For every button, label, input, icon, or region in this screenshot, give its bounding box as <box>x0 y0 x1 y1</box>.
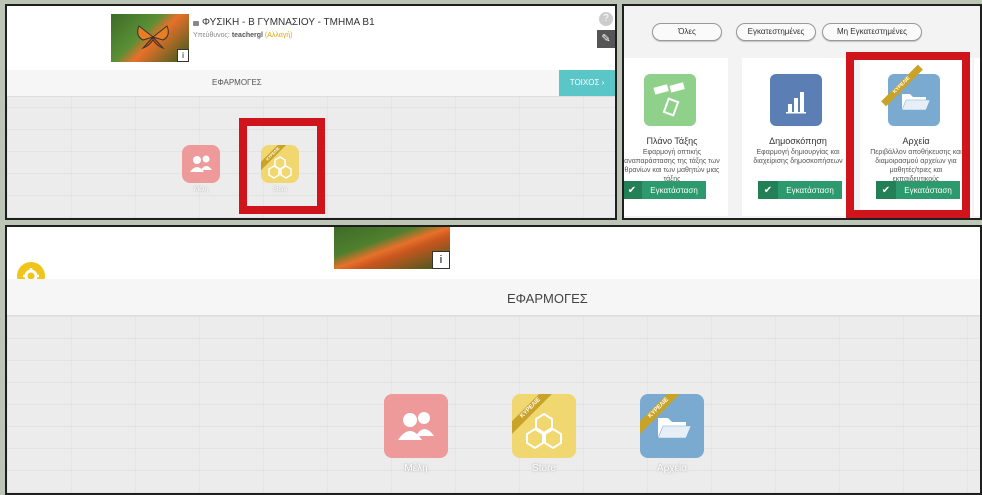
users-icon <box>398 412 434 440</box>
filter-all-button[interactable]: Όλες <box>652 23 722 41</box>
filter-not-installed-button[interactable]: Μη Εγκατεστημένες <box>822 23 922 41</box>
check-icon: ✔ <box>758 181 778 199</box>
members-app-label: Μέλη <box>193 187 208 193</box>
app-card-poll-description: Εφαρμογή δημιουργίας και διαχείρισης δημ… <box>753 149 843 165</box>
bar-chart-icon <box>770 74 822 126</box>
wall-button[interactable]: ΤΟΙΧΟΣ › <box>559 70 615 96</box>
app-card-poll-install-button[interactable]: ✔ Εγκατάσταση <box>758 181 842 199</box>
apps-wall: Μέλη ΚΥΡΕΛΙΕ Store ΚΥΡΕΛΙΕ Αρχεία <box>7 316 980 493</box>
members-app-tile[interactable] <box>384 394 448 458</box>
members-app-label: Μέλη <box>404 463 428 474</box>
section-title: ΕΦΑΡΜΟΓΕΣ <box>212 78 262 87</box>
check-icon: ✔ <box>624 181 642 199</box>
cover-info-button[interactable]: i <box>432 251 450 269</box>
store-app-tile[interactable]: ΚΥΡΕΛΙΕ <box>512 394 576 458</box>
cover-info-button[interactable]: i <box>177 49 189 62</box>
apps-section-bar: ΕΦΑΡΜΟΓΕΣ ΤΟΙΧΟΣ › <box>7 70 615 97</box>
users-icon <box>190 155 212 172</box>
owner-change-link[interactable]: (Αλλαγή) <box>265 32 293 39</box>
folder-icon <box>657 418 692 439</box>
install-label: Εγκατάσταση <box>650 185 698 195</box>
app-catalog-panel: Όλες Εγκατεστημένες Μη Εγκατεστημένες Πλ… <box>622 4 982 220</box>
app-card-plan-title: Πλάνο Τάξης <box>646 136 698 146</box>
cover-image-strip: i <box>334 227 450 269</box>
class-owner: Υπεύθυνος: teachergl (Αλλαγή) <box>193 32 293 39</box>
class-apps-panel: i ΕΦΑΡΜΟΓΕΣ Μέλη ΚΥΡΕΛΙΕ Store ΚΥΡΕΛΙΕ Α… <box>5 225 982 495</box>
class-header: i ΦΥΣΙΚΗ - Β ΓΥΜΝΑΣΙΟΥ - ΤΜΗΜΑ Β1 Υπεύθυ… <box>7 6 615 70</box>
section-title: ΕΦΑΡΜΟΓΕΣ <box>507 291 588 306</box>
app-card-plan-install-button[interactable]: ✔ Εγκατάσταση <box>624 181 706 199</box>
honeycomb-icon <box>526 412 562 450</box>
owner-name: teachergl <box>231 32 263 39</box>
help-icon[interactable]: ? <box>599 12 613 26</box>
filter-installed-button[interactable]: Εγκατεστημένες <box>736 23 816 41</box>
class-cover-image: i <box>111 14 189 62</box>
edit-icon[interactable]: ✎ <box>597 30 615 48</box>
lock-icon <box>193 21 199 26</box>
store-app-label: Store <box>532 463 556 474</box>
apps-section-bar: ΕΦΑΡΜΟΓΕΣ <box>7 279 980 316</box>
app-card-plan: Πλάνο Τάξης Εφαρμογή οπτικής αναπαράστασ… <box>624 58 728 216</box>
class-page-panel: i ΦΥΣΙΚΗ - Β ΓΥΜΝΑΣΙΟΥ - ΤΜΗΜΑ Β1 Υπεύθυ… <box>5 4 617 220</box>
owner-prefix: Υπεύθυνος: <box>193 32 232 39</box>
files-highlight-frame <box>846 52 970 218</box>
store-highlight-frame <box>239 118 325 214</box>
app-card-poll: Δημοσκόπηση Εφαρμογή δημιουργίας και δια… <box>742 58 854 216</box>
class-title: ΦΥΣΙΚΗ - Β ΓΥΜΝΑΣΙΟΥ - ΤΜΗΜΑ Β1 <box>202 17 375 28</box>
seat-plan-icon <box>644 74 696 126</box>
app-card-plan-description: Εφαρμογή οπτικής αναπαράστασης της τάξης… <box>624 149 720 183</box>
files-app-tile[interactable]: ΚΥΡΕΛΙΕ <box>640 394 704 458</box>
install-label: Εγκατάσταση <box>786 185 834 195</box>
butterfly-icon <box>137 25 169 50</box>
app-card-poll-title: Δημοσκόπηση <box>769 136 827 146</box>
app-card-partial <box>974 58 980 216</box>
members-app-tile[interactable] <box>182 145 220 183</box>
files-app-label: Αρχεία <box>656 463 688 474</box>
